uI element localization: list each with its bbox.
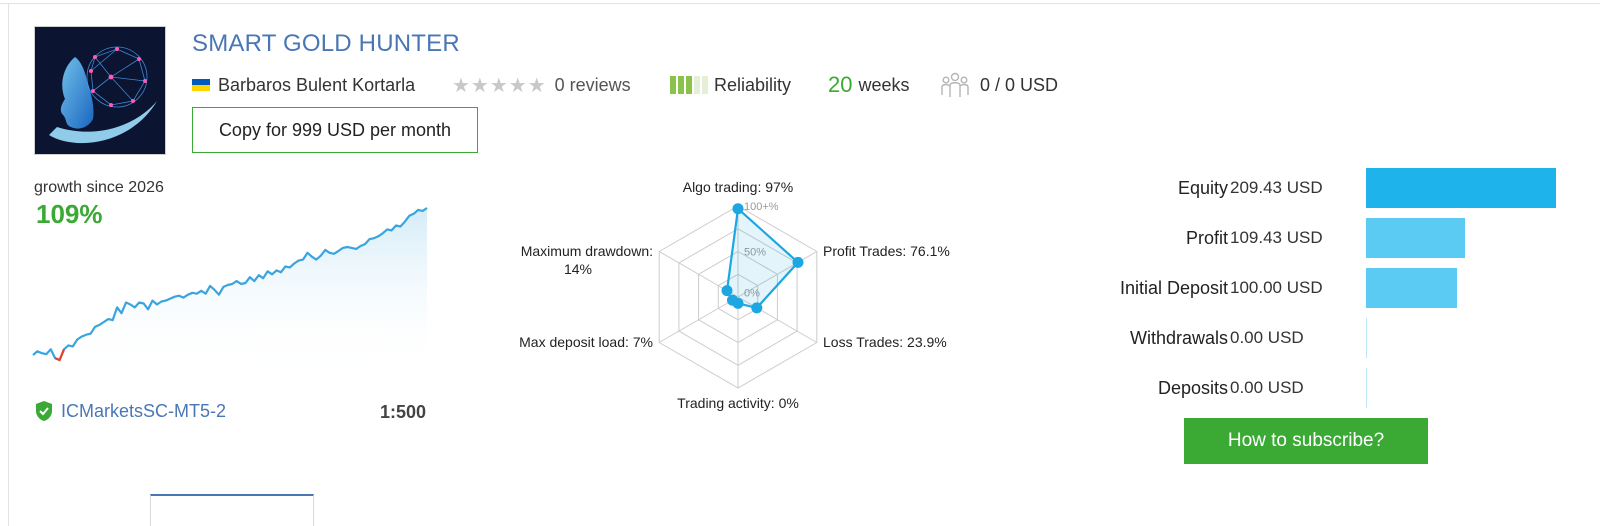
top-divider (0, 3, 1600, 4)
broker-name[interactable]: ICMarketsSC-MT5-2 (61, 401, 226, 422)
reviews-count[interactable]: 0 reviews (555, 75, 631, 96)
growth-area (33, 208, 427, 372)
weeks-block: 20 weeks (828, 72, 910, 98)
radar-label-max-drawdown-value: 14% (564, 261, 592, 277)
radar-label-max-deposit-load: Max deposit load: 7% (519, 334, 653, 350)
stat-value: 0.00 USD (1230, 378, 1304, 397)
subscribers-value: 0 / 0 USD (980, 74, 1059, 95)
stat-value: 0.00 USD (1230, 328, 1304, 347)
radar-point (732, 203, 744, 215)
weeks-label: weeks (858, 74, 910, 95)
reliability-label: Reliability (714, 74, 792, 95)
left-divider (8, 3, 9, 526)
radar-point (792, 256, 804, 268)
radar-label-algo-trading: Algo trading: 97% (683, 179, 794, 195)
stat-label: Initial Deposit (1119, 278, 1228, 298)
reliability-block: Reliability (670, 72, 791, 98)
radar-value-polygon (725, 206, 800, 310)
stat-bar (1366, 368, 1367, 408)
stat-bar (1366, 318, 1367, 358)
radar-point (727, 294, 738, 306)
stat-label: Profit (1185, 228, 1228, 248)
radar-scale-label: 100+% (744, 201, 779, 213)
radar-label-profit-trades: Profit Trades: 76.1% (823, 243, 950, 259)
product-logo[interactable] (34, 26, 166, 155)
tab-active[interactable] (150, 494, 314, 526)
stat-value: 109.43 USD (1230, 228, 1323, 247)
stat-row-profit: Profit 109.43 USD (1040, 218, 1580, 258)
stat-row-deposits: Deposits 0.00 USD (1040, 368, 1580, 408)
logo-head-icon (35, 27, 165, 154)
stat-row-withdrawals: Withdrawals 0.00 USD (1040, 318, 1580, 358)
stat-bar (1366, 268, 1457, 308)
radar-point (721, 285, 733, 297)
subscribers-icon (941, 72, 969, 97)
copy-subscription-button[interactable]: Copy for 999 USD per month (192, 107, 478, 153)
product-title[interactable]: SMART GOLD HUNTER (192, 30, 460, 58)
how-to-subscribe-button[interactable]: How to subscribe? (1184, 418, 1428, 464)
author-name[interactable]: Barbaros Bulent Kortarla (218, 75, 415, 96)
rating-block[interactable]: ★★★★★ 0 reviews (452, 72, 631, 98)
weeks-number: 20 (828, 72, 853, 97)
author-block[interactable]: Barbaros Bulent Kortarla (192, 72, 415, 98)
leverage-value: 1:500 (380, 402, 427, 422)
stat-value: 209.43 USD (1230, 178, 1323, 197)
radar-point (751, 302, 763, 314)
reliability-bars-icon (670, 76, 708, 94)
stat-bar (1366, 218, 1466, 258)
growth-label: growth since 2026 (34, 179, 164, 196)
verified-shield-icon (36, 401, 52, 421)
radar-label-max-drawdown: Maximum drawdown: (521, 243, 653, 259)
stat-value: 100.00 USD (1230, 278, 1323, 297)
stat-row-initial-deposit: Initial Deposit 100.00 USD (1040, 268, 1580, 308)
star-rating-icon: ★★★★★ (452, 74, 547, 97)
stat-bar (1366, 168, 1556, 208)
stat-label: Withdrawals (1129, 328, 1228, 348)
growth-value: 109% (36, 199, 103, 229)
stat-label: Equity (1177, 178, 1228, 198)
stat-label: Deposits (1157, 378, 1228, 398)
broker-link[interactable]: ICMarketsSC-MT5-2 (34, 400, 226, 422)
country-flag-icon (192, 79, 210, 91)
radar-chart: 100+% 50% 0% Algo trading: 97% Profit Tr… (519, 179, 950, 411)
radar-label-trading-activity: Trading activity: 0% (677, 395, 799, 411)
subscribers-block: 0 / 0 USD (940, 72, 1058, 98)
radar-label-loss-trades: Loss Trades: 23.9% (823, 334, 947, 350)
stat-row-equity: Equity 209.43 USD (1040, 168, 1580, 208)
